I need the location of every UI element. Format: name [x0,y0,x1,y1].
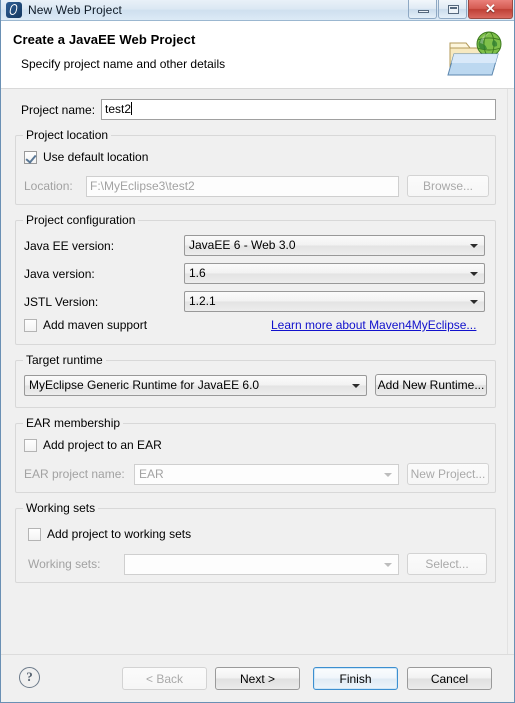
chevron-down-icon [470,300,478,304]
browse-button: Browse... [407,175,489,197]
chevron-down-icon [384,472,392,477]
next-button[interactable]: Next > [215,667,300,690]
javaee-version-row: Java EE version: JavaEE 6 - Web 3.0 [24,235,485,256]
close-icon: ✕ [485,1,496,16]
help-icon[interactable]: ? [19,667,40,688]
project-location-group: Project location Use default location Lo… [15,128,496,205]
page-title: Create a JavaEE Web Project [13,32,196,47]
project-configuration-group-title: Project configuration [23,213,139,227]
project-name-label: Project name: [21,102,96,117]
project-name-row: Project name: test2 [21,99,496,120]
location-row: Location: F:\MyEclipse3\test2 Browse... [24,175,489,197]
minimize-button[interactable] [408,0,437,19]
chevron-down-icon [470,272,478,276]
add-project-to-ear-label: Add project to an EAR [43,438,162,452]
jstl-version-combo[interactable]: 1.2.1 [184,291,485,312]
title-bar: New Web Project ✕ [1,0,514,21]
project-location-group-title: Project location [23,128,112,142]
add-project-to-working-sets-checkbox[interactable] [28,527,41,541]
target-runtime-group-title: Target runtime [23,353,106,367]
page-subtitle: Specify project name and other details [21,57,226,71]
text-caret [131,102,133,115]
add-maven-support-checkbox[interactable] [24,318,37,332]
add-maven-support-row[interactable]: Add maven support [24,318,147,332]
dialog-window: New Web Project ✕ Create a JavaEE Web Pr… [0,0,515,703]
add-project-to-ear-checkbox[interactable] [24,438,37,452]
working-sets-row: Working sets: Select... [28,553,487,575]
working-sets-label: Working sets: [28,557,101,571]
jstl-version-label: JSTL Version: [24,294,99,309]
project-name-input[interactable]: test2 [101,99,496,120]
target-runtime-value: MyEclipse Generic Runtime for JavaEE 6.0 [29,377,260,392]
chevron-down-icon [384,562,392,567]
use-default-location-label: Use default location [43,150,149,164]
ear-membership-group-title: EAR membership [23,416,124,430]
dialog-button-bar: ? < Back Next > Finish Cancel [1,654,514,700]
javaee-version-label: Java EE version: [24,238,115,253]
add-project-to-working-sets-row[interactable]: Add project to working sets [28,527,191,541]
maximize-button[interactable] [438,0,467,19]
maven-learn-more-row: Learn more about Maven4MyEclipse... [271,318,476,332]
use-default-location-row[interactable]: Use default location [24,150,148,164]
target-runtime-combo[interactable]: MyEclipse Generic Runtime for JavaEE 6.0 [24,374,367,396]
vertical-scrollbar[interactable] [507,89,514,654]
java-version-value: 1.6 [189,266,206,280]
ear-project-name-combo: EAR [134,463,399,485]
working-sets-group-title: Working sets [23,501,99,515]
ear-membership-group: EAR membership Add project to an EAR EAR… [15,416,496,493]
ear-project-name-label: EAR project name: [24,467,125,481]
javaee-version-value: JavaEE 6 - Web 3.0 [189,238,296,252]
working-sets-combo [124,553,399,575]
window-title: New Web Project [28,3,122,17]
add-new-runtime-button[interactable]: Add New Runtime... [375,374,487,396]
location-label: Location: [24,179,73,193]
target-runtime-group: Target runtime MyEclipse Generic Runtime… [15,353,496,408]
minimize-icon [418,10,429,13]
finish-button[interactable]: Finish [313,667,398,690]
location-input: F:\MyEclipse3\test2 [86,175,399,197]
myeclipse-logo-icon [6,2,22,18]
ear-project-name-row: EAR project name: EAR New Project... [24,463,489,485]
select-working-sets-button: Select... [407,553,487,575]
cancel-button[interactable]: Cancel [407,667,492,690]
window-controls: ✕ [407,0,513,20]
java-version-combo[interactable]: 1.6 [184,263,485,284]
close-button[interactable]: ✕ [468,0,513,19]
chevron-down-icon [470,244,478,248]
dialog-header: Create a JavaEE Web Project Specify proj… [1,21,514,89]
maximize-icon [448,5,459,14]
maven-learn-more-link[interactable]: Learn more about Maven4MyEclipse... [271,318,476,332]
add-project-to-ear-row[interactable]: Add project to an EAR [24,438,162,452]
add-project-to-working-sets-label: Add project to working sets [47,527,192,541]
project-configuration-group: Project configuration Java EE version: J… [15,213,496,345]
jstl-version-value: 1.2.1 [189,294,216,308]
ear-project-name-value: EAR [139,466,164,481]
project-name-value: test2 [105,102,132,116]
web-folder-globe-icon [447,31,502,76]
java-version-label: Java version: [24,266,95,281]
new-project-button: New Project... [407,463,489,485]
add-maven-support-label: Add maven support [43,318,148,332]
jstl-version-row: JSTL Version: 1.2.1 [24,291,485,312]
chevron-down-icon [352,383,360,388]
working-sets-group: Working sets Add project to working sets… [15,501,496,583]
use-default-location-checkbox[interactable] [24,150,37,164]
back-button: < Back [122,667,207,690]
target-runtime-row: MyEclipse Generic Runtime for JavaEE 6.0… [24,374,487,396]
dialog-body: Project name: test2 Project location Use… [1,89,514,654]
java-version-row: Java version: 1.6 [24,263,485,284]
javaee-version-combo[interactable]: JavaEE 6 - Web 3.0 [184,235,485,256]
